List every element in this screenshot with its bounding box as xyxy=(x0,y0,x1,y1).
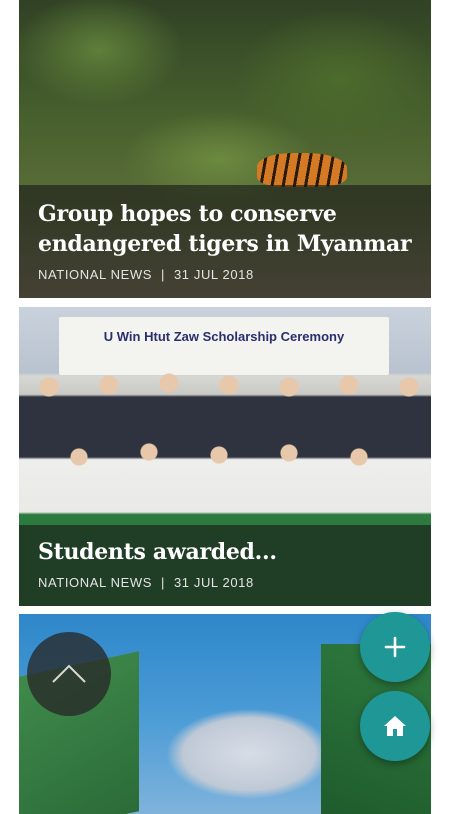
meta-separator: | xyxy=(160,267,165,282)
add-button[interactable] xyxy=(360,612,430,682)
article-card-tigers[interactable]: Group hopes to conserve endangered tiger… xyxy=(19,0,431,298)
plus-icon xyxy=(384,636,406,658)
scroll-to-top-button[interactable] xyxy=(27,632,111,716)
article-category: NATIONAL NEWS xyxy=(38,575,152,590)
home-icon xyxy=(384,716,406,736)
article-date: 31 JUL 2018 xyxy=(173,267,254,282)
article-category: NATIONAL NEWS xyxy=(38,267,152,282)
article-date: 31 JUL 2018 xyxy=(173,575,254,590)
article-title[interactable]: Students awarded... xyxy=(38,537,412,567)
meta-separator: | xyxy=(160,575,165,590)
banner-text: U Win Htut Zaw Scholarship Ceremony xyxy=(103,329,345,344)
chevron-up-icon xyxy=(52,664,86,683)
home-button[interactable] xyxy=(360,691,430,761)
article-caption: Students awarded... NATIONAL NEWS | 31 JUL… xyxy=(19,525,431,606)
article-title[interactable]: Group hopes to conserve endangered tiger… xyxy=(38,199,412,259)
article-card-students[interactable]: U Win Htut Zaw Scholarship Ceremony Stud… xyxy=(19,307,431,606)
tiger-figure xyxy=(257,153,347,187)
article-meta: NATIONAL NEWS | 31 JUL 2018 xyxy=(38,575,412,590)
article-meta: NATIONAL NEWS | 31 JUL 2018 xyxy=(38,267,412,282)
article-caption: Group hopes to conserve endangered tiger… xyxy=(19,185,431,298)
